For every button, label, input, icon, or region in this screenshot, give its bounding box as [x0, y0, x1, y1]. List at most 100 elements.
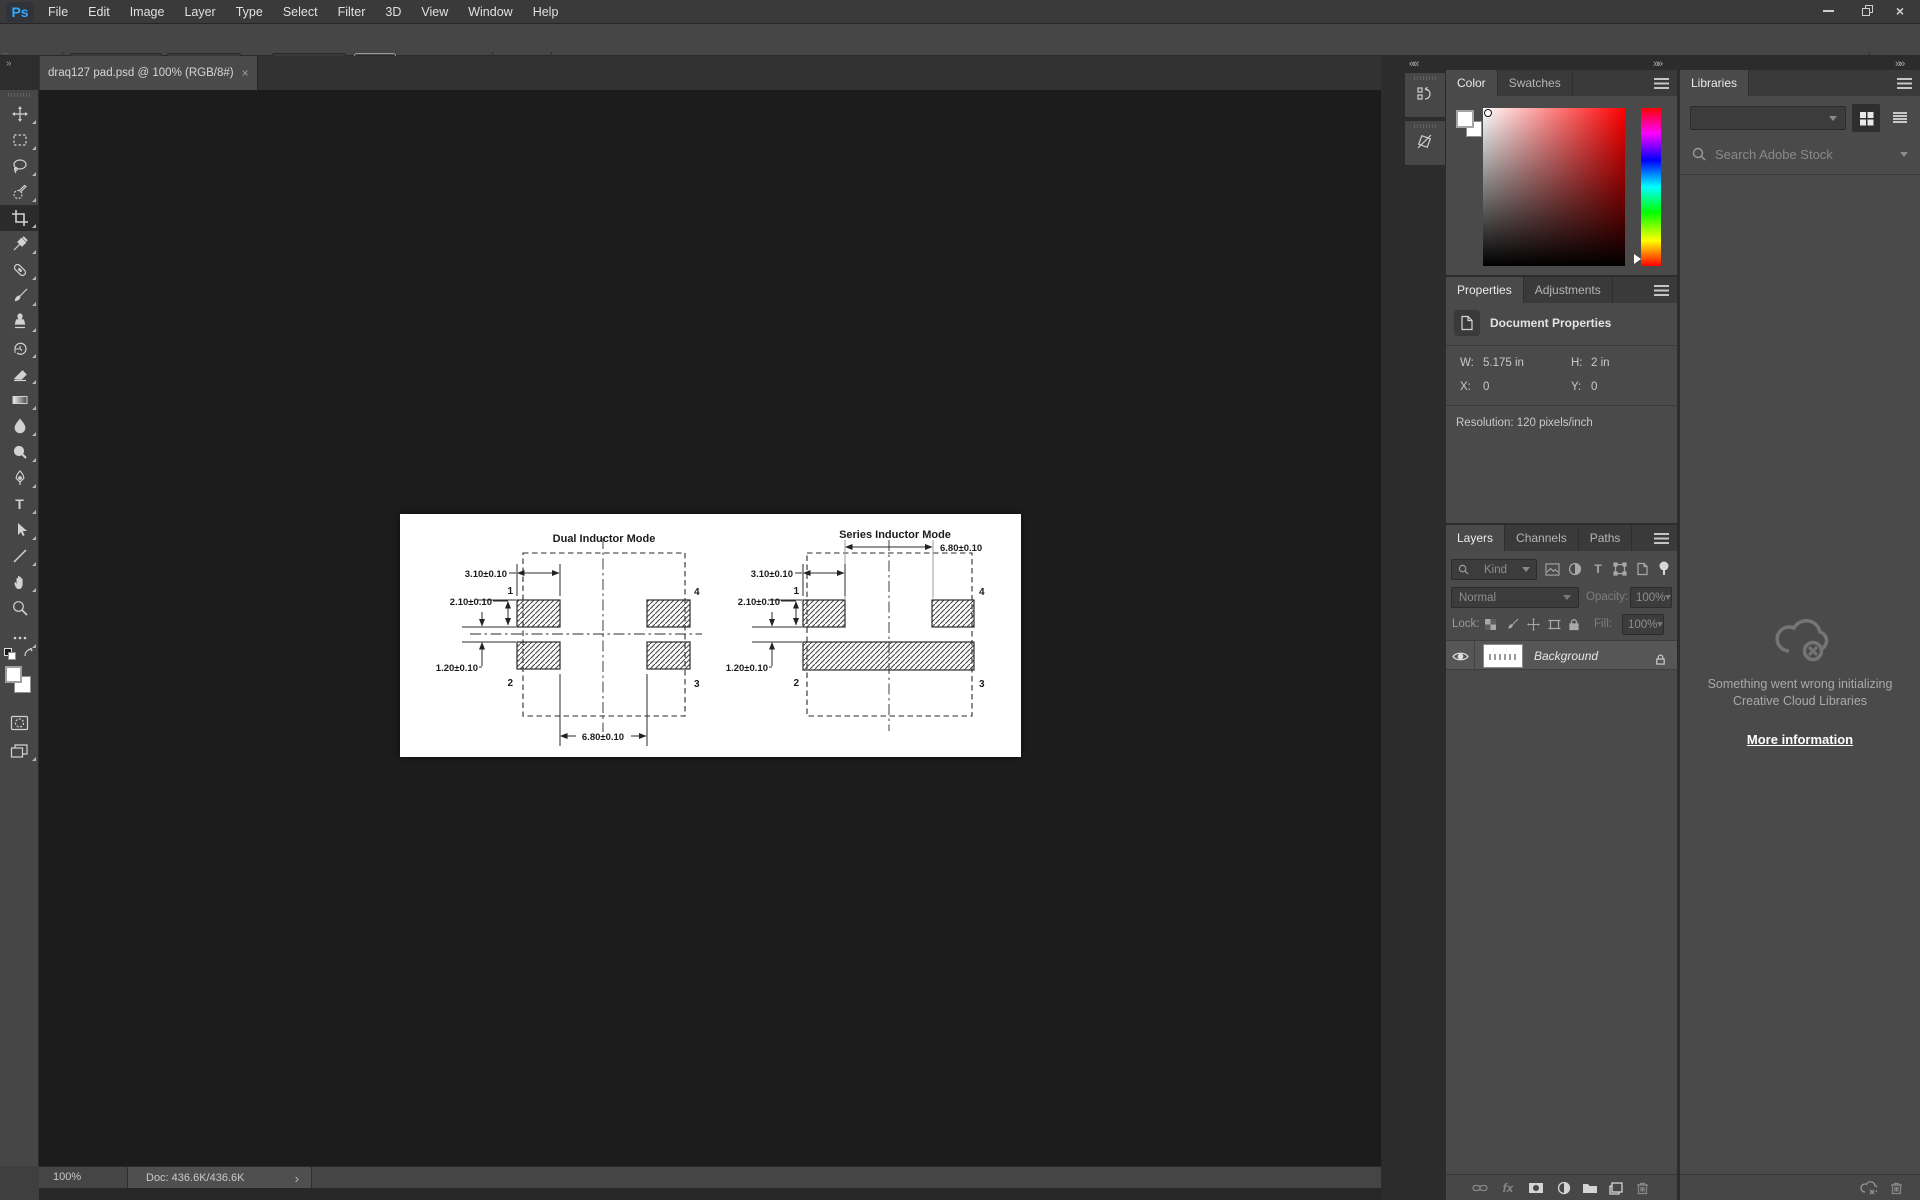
tool-brush[interactable] — [0, 283, 39, 309]
panel-menu-icon[interactable] — [1654, 78, 1669, 89]
tool-eraser[interactable] — [0, 361, 39, 387]
foreground-color-swatch[interactable] — [1456, 110, 1474, 128]
toolbar-expand-header[interactable]: » — [0, 56, 39, 90]
default-swap-colors[interactable] — [4, 646, 35, 662]
status-options-chevron-icon[interactable]: › — [295, 1171, 299, 1186]
tab-color[interactable]: Color — [1446, 70, 1498, 96]
more-information-link[interactable]: More information — [1747, 732, 1853, 747]
panel-menu-icon[interactable] — [1654, 285, 1669, 296]
tool-dodge[interactable] — [0, 439, 39, 465]
foreground-color-swatch[interactable] — [5, 666, 22, 683]
tab-libraries[interactable]: Libraries — [1680, 70, 1749, 96]
menu-select[interactable]: Select — [273, 0, 328, 24]
tool-history-brush[interactable] — [0, 335, 39, 361]
menu-window[interactable]: Window — [458, 0, 522, 24]
tool-pen[interactable] — [0, 465, 39, 491]
color-picker-marker[interactable] — [1484, 109, 1492, 117]
tool-lasso[interactable] — [0, 153, 39, 179]
tab-channels[interactable]: Channels — [1505, 525, 1579, 551]
close-button[interactable]: × — [1880, 0, 1920, 22]
opacity-field[interactable]: 100% — [1630, 587, 1672, 608]
delete-library-item-button[interactable] — [1886, 1178, 1906, 1198]
tab-swatches[interactable]: Swatches — [1498, 70, 1573, 96]
menu-layer[interactable]: Layer — [174, 0, 225, 24]
tab-paths[interactable]: Paths — [1579, 525, 1633, 551]
lock-artboard-button[interactable] — [1544, 614, 1564, 634]
layer-thumbnail[interactable] — [1483, 644, 1523, 668]
menu-3d[interactable]: 3D — [375, 0, 411, 24]
zoom-level-field[interactable]: 100% — [53, 1171, 81, 1183]
new-group-button[interactable] — [1580, 1178, 1600, 1198]
tab-layers[interactable]: Layers — [1446, 525, 1505, 551]
library-sync-button[interactable] — [1858, 1178, 1878, 1198]
tool-move[interactable] — [0, 101, 39, 127]
toolbar-grip[interactable] — [8, 93, 30, 97]
tool-type[interactable]: T — [0, 491, 39, 517]
tab-close-icon[interactable]: × — [242, 66, 249, 80]
menu-help[interactable]: Help — [523, 0, 569, 24]
menu-image[interactable]: Image — [120, 0, 175, 24]
filter-shape-layers-button[interactable] — [1610, 559, 1630, 579]
hue-slider-marker[interactable] — [1634, 254, 1641, 264]
tab-adjustments[interactable]: Adjustments — [1524, 277, 1613, 303]
tool-path-selection[interactable] — [0, 517, 39, 543]
tool-gradient[interactable] — [0, 387, 39, 413]
lock-position-button[interactable] — [1523, 614, 1543, 634]
filter-adjustment-layers-button[interactable] — [1565, 559, 1585, 579]
quick-mask-mode-button[interactable] — [0, 710, 39, 736]
layer-visibility-toggle[interactable] — [1450, 646, 1470, 666]
y-value[interactable]: 0 — [1591, 381, 1597, 393]
tool-zoom[interactable] — [0, 595, 39, 621]
filter-type-layers-button[interactable]: T — [1588, 559, 1608, 579]
screen-mode-button[interactable] — [0, 738, 39, 764]
menu-view[interactable]: View — [411, 0, 458, 24]
lock-pixels-button[interactable] — [1502, 614, 1522, 634]
menu-file[interactable]: File — [38, 0, 78, 24]
grid-view-button[interactable] — [1852, 104, 1880, 132]
layer-name[interactable]: Background — [1534, 649, 1598, 663]
tool-crop[interactable] — [0, 205, 39, 231]
tool-rectangular-marquee[interactable] — [0, 127, 39, 153]
tab-properties[interactable]: Properties — [1446, 277, 1524, 303]
x-value[interactable]: 0 — [1483, 381, 1489, 393]
library-select[interactable] — [1690, 106, 1846, 130]
layer-row-background[interactable]: Background — [1446, 640, 1677, 670]
filter-smart-objects-button[interactable] — [1632, 559, 1652, 579]
delete-layer-button[interactable] — [1632, 1178, 1652, 1198]
fill-field[interactable]: 100% — [1622, 614, 1664, 635]
filter-pixel-layers-button[interactable] — [1542, 559, 1562, 579]
link-layers-button[interactable] — [1470, 1178, 1490, 1198]
panel-menu-icon[interactable] — [1897, 78, 1912, 89]
swap-colors-icon[interactable] — [22, 646, 35, 659]
collapsed-panel-history[interactable] — [1404, 72, 1446, 118]
tool-clone-stamp[interactable] — [0, 309, 39, 335]
foreground-background-colors[interactable] — [5, 666, 35, 698]
canvas-area[interactable]: Dual Inductor Mode 1 2 3 4 3. — [39, 90, 1381, 1166]
document-tab[interactable]: draq127 pad.psd @ 100% (RGB/8#) × — [40, 56, 258, 90]
expand-panels-icon[interactable]: «« — [1409, 58, 1417, 70]
panel-menu-icon[interactable] — [1654, 533, 1669, 544]
add-layer-mask-button[interactable] — [1526, 1178, 1546, 1198]
hue-strip[interactable] — [1641, 108, 1661, 266]
tool-line-shape[interactable] — [0, 543, 39, 569]
filter-toggle-button[interactable] — [1654, 558, 1674, 578]
list-view-button[interactable] — [1886, 104, 1914, 132]
tool-spot-healing-brush[interactable] — [0, 257, 39, 283]
collapse-panels-icon[interactable]: »» — [1653, 58, 1661, 70]
new-adjustment-layer-button[interactable] — [1554, 1178, 1574, 1198]
layer-effects-button[interactable]: fx — [1498, 1178, 1518, 1198]
collapse-libraries-icon[interactable]: »» — [1895, 58, 1903, 70]
minimize-button[interactable] — [1808, 0, 1848, 22]
collapsed-panel-navigator[interactable] — [1404, 120, 1446, 166]
menu-edit[interactable]: Edit — [78, 0, 120, 24]
menu-filter[interactable]: Filter — [328, 0, 376, 24]
width-value[interactable]: 5.175 in — [1483, 357, 1524, 369]
tool-eyedropper[interactable] — [0, 231, 39, 257]
menu-type[interactable]: Type — [226, 0, 273, 24]
blend-mode-select[interactable]: Normal — [1451, 587, 1579, 608]
new-layer-button[interactable] — [1606, 1178, 1626, 1198]
document-size-status[interactable]: Doc: 436.6K/436.6K › — [127, 1167, 312, 1189]
library-search-field[interactable]: Search Adobe Stock — [1680, 140, 1920, 168]
height-value[interactable]: 2 in — [1591, 357, 1610, 369]
lock-all-button[interactable] — [1564, 614, 1584, 634]
